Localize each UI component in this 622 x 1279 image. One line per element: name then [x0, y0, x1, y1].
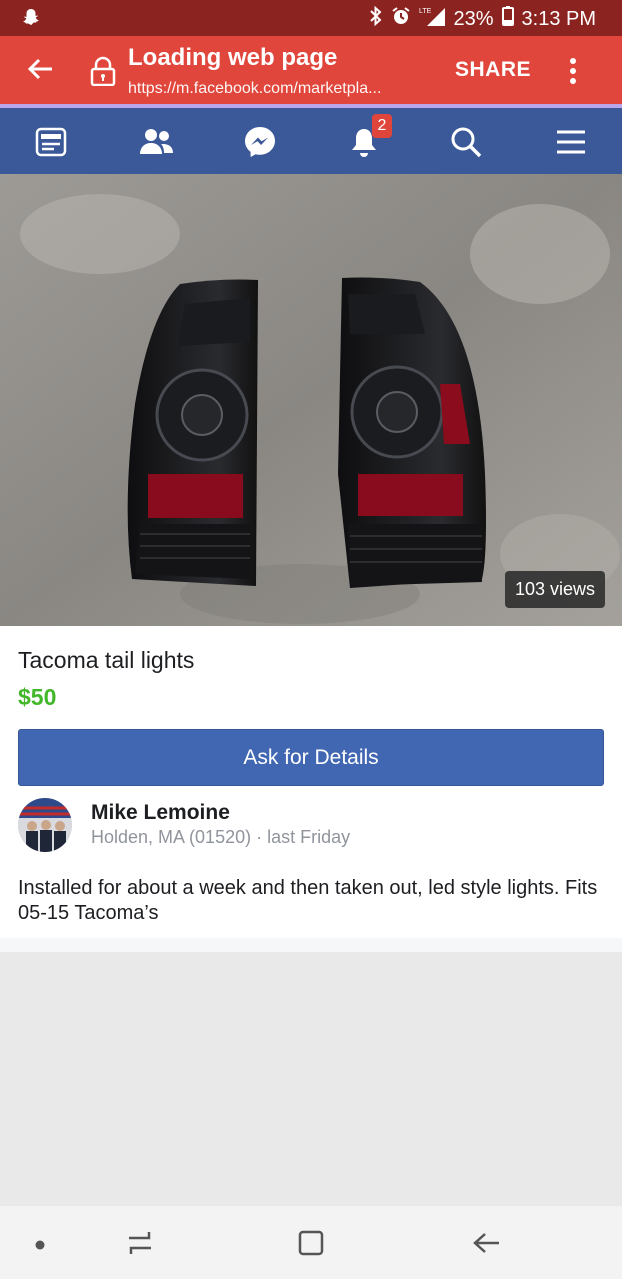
lte-signal-icon: LTE: [419, 6, 446, 32]
listing-photo[interactable]: 103 views: [0, 174, 622, 626]
listing-details: Tacoma tail lights $50 Ask for Details M…: [0, 626, 622, 938]
svg-text:LTE: LTE: [419, 8, 432, 15]
clock: 3:13 PM: [521, 7, 596, 30]
alarm-icon: [391, 6, 411, 32]
friends-icon[interactable]: [134, 120, 178, 164]
battery-percent: 23%: [453, 7, 494, 30]
recent-apps-icon[interactable]: [125, 1228, 155, 1263]
lock-icon: [90, 56, 116, 91]
listing-title: Tacoma tail lights: [18, 647, 195, 673]
snapchat-icon: [22, 8, 40, 31]
notification-badge: 2: [372, 114, 392, 138]
system-nav-bar: [0, 1206, 622, 1279]
more-options-icon[interactable]: [566, 56, 580, 91]
menu-icon[interactable]: [549, 120, 593, 164]
bluetooth-icon: [369, 5, 383, 32]
listing-price: $50: [18, 684, 57, 710]
messenger-icon[interactable]: [238, 120, 282, 164]
browser-toolbar: Loading web page https://m.facebook.com/…: [0, 36, 622, 104]
home-button-icon[interactable]: [296, 1228, 326, 1263]
page-title: Loading web page: [128, 44, 338, 71]
battery-icon: [501, 6, 514, 32]
listing-description: Installed for about a week and then take…: [18, 877, 598, 924]
ask-for-details-button[interactable]: Ask for Details: [18, 729, 604, 786]
view-count-badge: 103 views: [504, 571, 605, 608]
share-button[interactable]: SHARE: [455, 58, 531, 82]
news-feed-icon[interactable]: [29, 120, 73, 164]
system-back-icon[interactable]: [471, 1228, 501, 1263]
dot-indicator-icon: [34, 1238, 46, 1256]
facebook-nav-bar: [0, 108, 622, 174]
seller-location-time: Holden, MA (01520) · last Friday: [91, 827, 351, 847]
section-divider: [0, 938, 622, 952]
seller-name[interactable]: Mike Lemoine: [91, 801, 230, 825]
status-bar: LTE 23% 3:13 PM: [0, 0, 622, 36]
seller-avatar[interactable]: [18, 798, 72, 852]
search-icon[interactable]: [444, 120, 488, 164]
back-arrow-icon[interactable]: [24, 52, 58, 91]
page-url[interactable]: https://m.facebook.com/marketpla...: [128, 80, 381, 98]
